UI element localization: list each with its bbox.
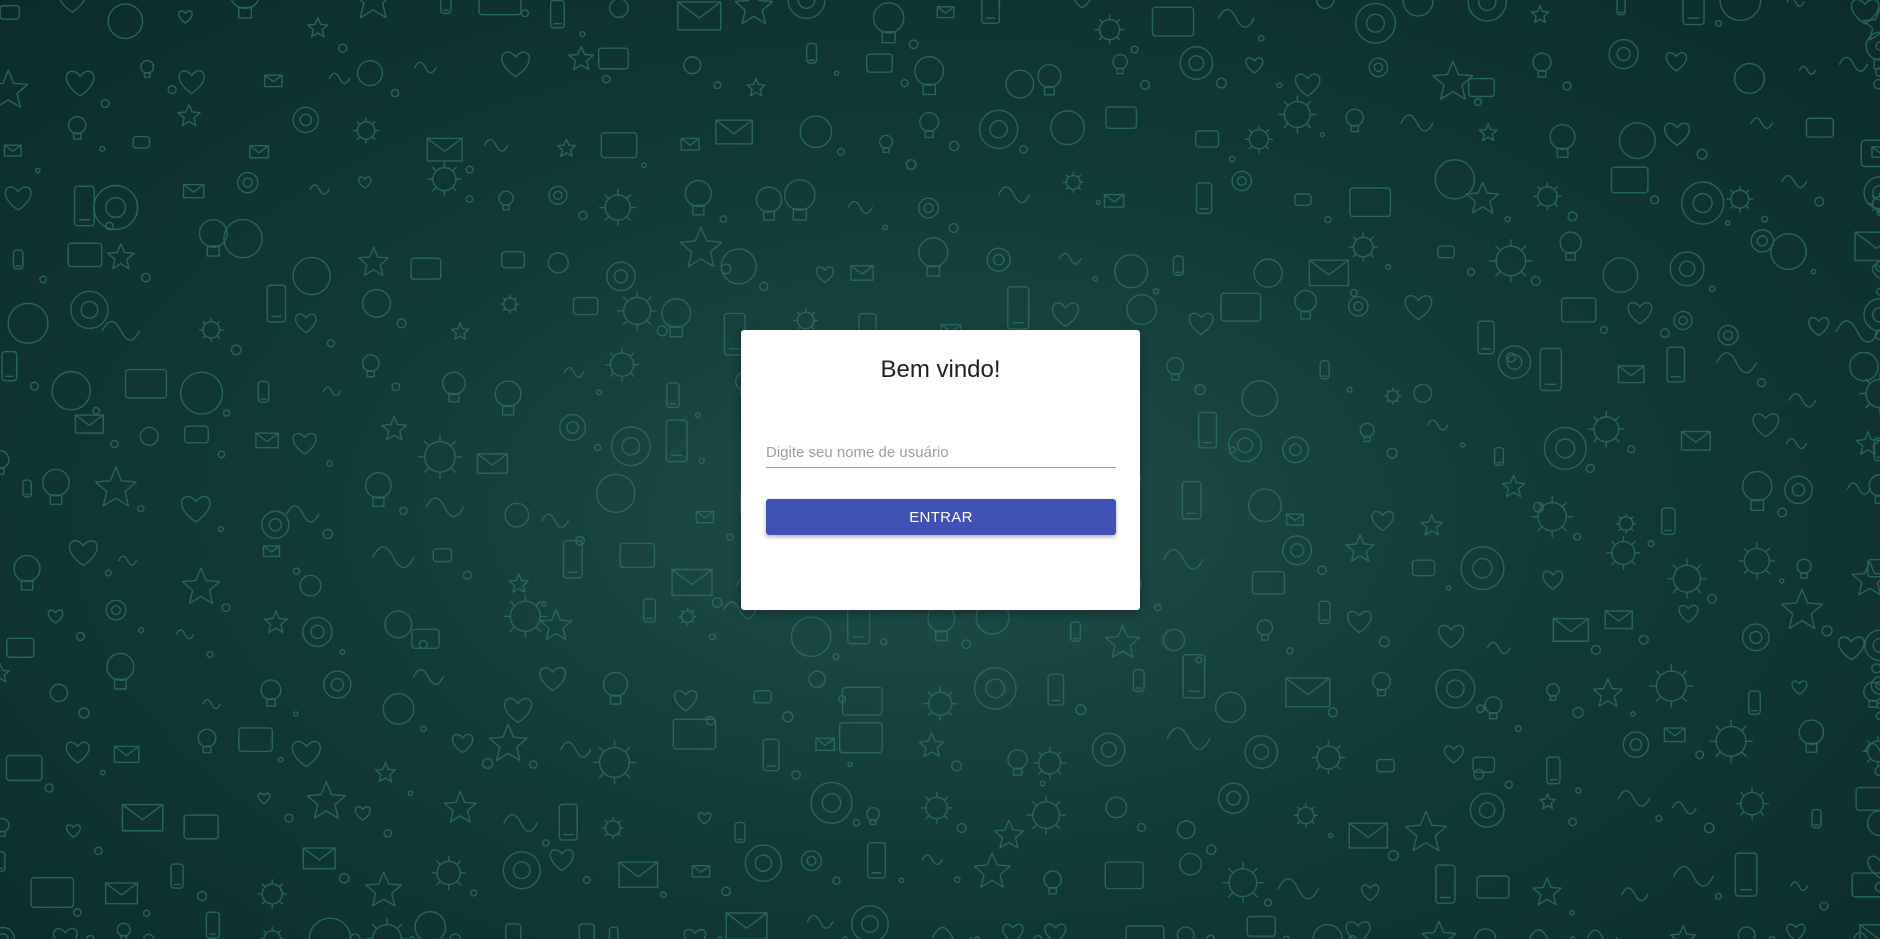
enter-button[interactable]: ENTRAR — [766, 499, 1116, 535]
username-input[interactable] — [766, 438, 1116, 468]
welcome-title: Bem vindo! — [880, 356, 1001, 383]
login-card: Bem vindo! ENTRAR — [741, 330, 1140, 610]
